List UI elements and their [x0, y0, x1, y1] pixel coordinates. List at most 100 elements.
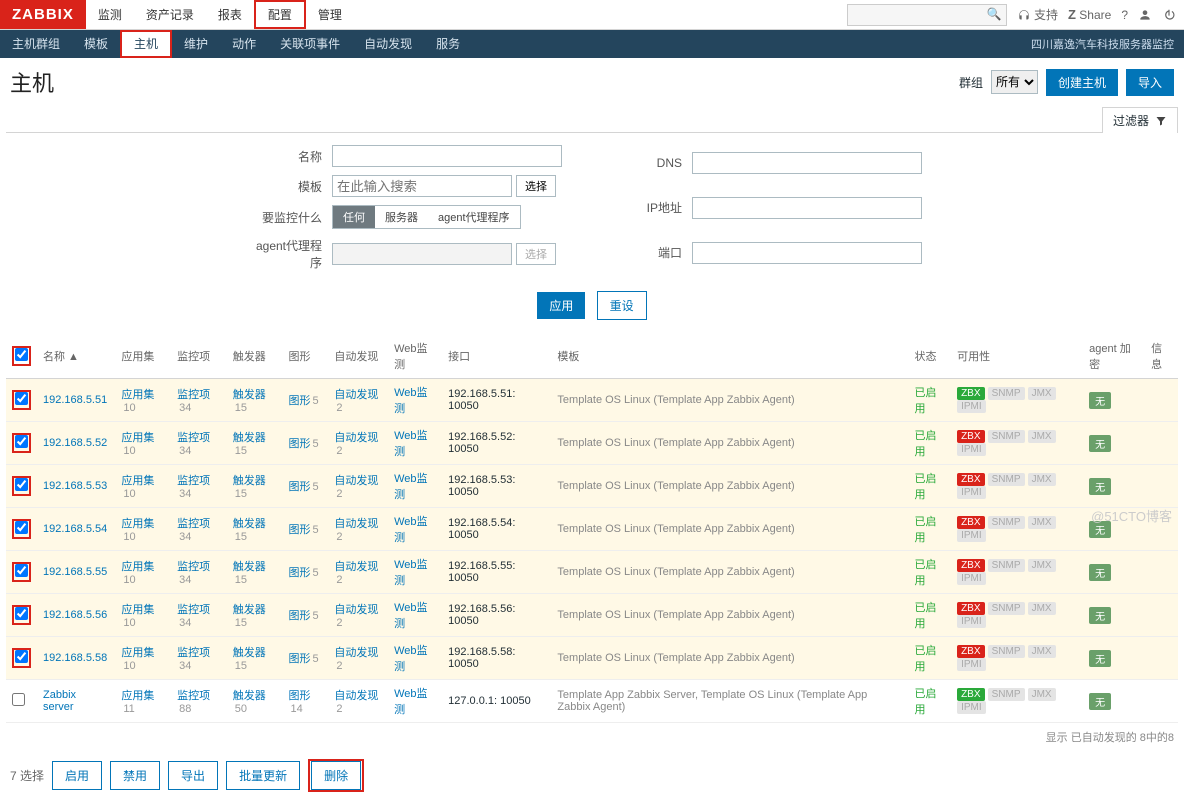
- graphs-link[interactable]: 图形: [288, 653, 310, 665]
- template-select-button[interactable]: 选择: [516, 175, 556, 197]
- col-apps[interactable]: 应用集: [115, 334, 171, 379]
- col-items[interactable]: 监控项: [171, 334, 227, 379]
- apps-link[interactable]: 应用集: [121, 690, 154, 702]
- status-link[interactable]: 已启用: [914, 559, 936, 587]
- row-checkbox[interactable]: [15, 521, 28, 534]
- triggers-link[interactable]: 触发器: [233, 690, 266, 702]
- web-link[interactable]: Web监测: [394, 688, 427, 716]
- topnav-item[interactable]: 监测: [86, 0, 134, 29]
- topnav-item[interactable]: 管理: [306, 0, 354, 29]
- web-link[interactable]: Web监测: [394, 473, 427, 501]
- web-link[interactable]: Web监测: [394, 602, 427, 630]
- col-discovery[interactable]: 自动发现: [328, 334, 388, 379]
- row-checkbox[interactable]: [15, 564, 28, 577]
- segment-option[interactable]: 任何: [333, 206, 375, 228]
- col-status[interactable]: 状态: [908, 334, 951, 379]
- subnav-item[interactable]: 动作: [220, 30, 268, 58]
- row-checkbox[interactable]: [15, 392, 28, 405]
- status-link[interactable]: 已启用: [914, 430, 936, 458]
- monitor-segment[interactable]: 任何服务器agent代理程序: [332, 205, 521, 229]
- items-link[interactable]: 监控项: [177, 561, 210, 573]
- group-select[interactable]: 所有: [991, 70, 1038, 94]
- items-link[interactable]: 监控项: [177, 647, 210, 659]
- dns-input[interactable]: [692, 152, 922, 174]
- subnav-item[interactable]: 模板: [72, 30, 120, 58]
- host-name-link[interactable]: 192.168.5.52: [43, 437, 107, 449]
- host-name-link[interactable]: 192.168.5.53: [43, 480, 107, 492]
- graphs-link[interactable]: 图形: [288, 524, 310, 536]
- triggers-link[interactable]: 触发器: [233, 561, 266, 573]
- apps-link[interactable]: 应用集: [121, 389, 154, 401]
- web-link[interactable]: Web监测: [394, 430, 427, 458]
- items-link[interactable]: 监控项: [177, 604, 210, 616]
- status-link[interactable]: 已启用: [914, 387, 936, 415]
- enable-button[interactable]: 启用: [52, 761, 102, 790]
- discovery-link[interactable]: 自动发现: [334, 432, 378, 444]
- host-name-link[interactable]: 192.168.5.55: [43, 566, 107, 578]
- segment-option[interactable]: 服务器: [375, 206, 428, 228]
- power-icon[interactable]: [1162, 7, 1176, 22]
- status-link[interactable]: 已启用: [914, 602, 936, 630]
- subnav-item[interactable]: 主机: [120, 30, 172, 58]
- name-input[interactable]: [332, 145, 562, 167]
- apps-link[interactable]: 应用集: [121, 604, 154, 616]
- items-link[interactable]: 监控项: [177, 475, 210, 487]
- user-icon[interactable]: [1138, 7, 1152, 22]
- graphs-link[interactable]: 图形: [288, 610, 310, 622]
- web-link[interactable]: Web监测: [394, 645, 427, 673]
- col-triggers[interactable]: 触发器: [227, 334, 283, 379]
- items-link[interactable]: 监控项: [177, 432, 210, 444]
- graphs-link[interactable]: 图形: [288, 438, 310, 450]
- status-link[interactable]: 已启用: [914, 473, 936, 501]
- row-checkbox[interactable]: [15, 607, 28, 620]
- row-checkbox[interactable]: [15, 435, 28, 448]
- export-button[interactable]: 导出: [168, 761, 218, 790]
- web-link[interactable]: Web监测: [394, 387, 427, 415]
- items-link[interactable]: 监控项: [177, 518, 210, 530]
- graphs-link[interactable]: 图形: [288, 690, 310, 702]
- apps-link[interactable]: 应用集: [121, 475, 154, 487]
- subnav-item[interactable]: 服务: [424, 30, 472, 58]
- status-link[interactable]: 已启用: [914, 516, 936, 544]
- col-web[interactable]: Web监测: [388, 334, 442, 379]
- row-checkbox[interactable]: [12, 693, 25, 706]
- host-name-link[interactable]: 192.168.5.56: [43, 609, 107, 621]
- row-checkbox[interactable]: [15, 478, 28, 491]
- apply-button[interactable]: 应用: [537, 292, 585, 319]
- help-icon[interactable]: ?: [1121, 8, 1128, 22]
- web-link[interactable]: Web监测: [394, 516, 427, 544]
- reset-button[interactable]: 重设: [597, 291, 647, 320]
- apps-link[interactable]: 应用集: [121, 518, 154, 530]
- massupdate-button[interactable]: 批量更新: [226, 761, 300, 790]
- filter-toggle[interactable]: 过滤器: [1102, 107, 1178, 133]
- delete-button[interactable]: 删除: [311, 761, 361, 790]
- graphs-link[interactable]: 图形: [288, 567, 310, 579]
- apps-link[interactable]: 应用集: [121, 647, 154, 659]
- host-name-link[interactable]: Zabbix server: [43, 689, 76, 713]
- discovery-link[interactable]: 自动发现: [334, 389, 378, 401]
- status-link[interactable]: 已启用: [914, 645, 936, 673]
- topnav-item[interactable]: 报表: [206, 0, 254, 29]
- col-graphs[interactable]: 图形: [282, 334, 328, 379]
- segment-option[interactable]: agent代理程序: [428, 206, 520, 228]
- row-checkbox[interactable]: [15, 650, 28, 663]
- support-link[interactable]: 支持: [1017, 6, 1058, 23]
- host-name-link[interactable]: 192.168.5.58: [43, 652, 107, 664]
- discovery-link[interactable]: 自动发现: [334, 475, 378, 487]
- select-all-checkbox[interactable]: [15, 348, 28, 361]
- subnav-item[interactable]: 关联项事件: [268, 30, 352, 58]
- search-input[interactable]: [847, 4, 1007, 26]
- host-name-link[interactable]: 192.168.5.54: [43, 523, 107, 535]
- import-button[interactable]: 导入: [1126, 69, 1174, 96]
- triggers-link[interactable]: 触发器: [233, 475, 266, 487]
- template-input[interactable]: [332, 175, 512, 197]
- col-templates[interactable]: 模板: [551, 334, 908, 379]
- disable-button[interactable]: 禁用: [110, 761, 160, 790]
- create-host-button[interactable]: 创建主机: [1046, 69, 1118, 96]
- port-input[interactable]: [692, 242, 922, 264]
- subnav-item[interactable]: 维护: [172, 30, 220, 58]
- col-interface[interactable]: 接口: [442, 334, 551, 379]
- ip-input[interactable]: [692, 197, 922, 219]
- triggers-link[interactable]: 触发器: [233, 518, 266, 530]
- apps-link[interactable]: 应用集: [121, 561, 154, 573]
